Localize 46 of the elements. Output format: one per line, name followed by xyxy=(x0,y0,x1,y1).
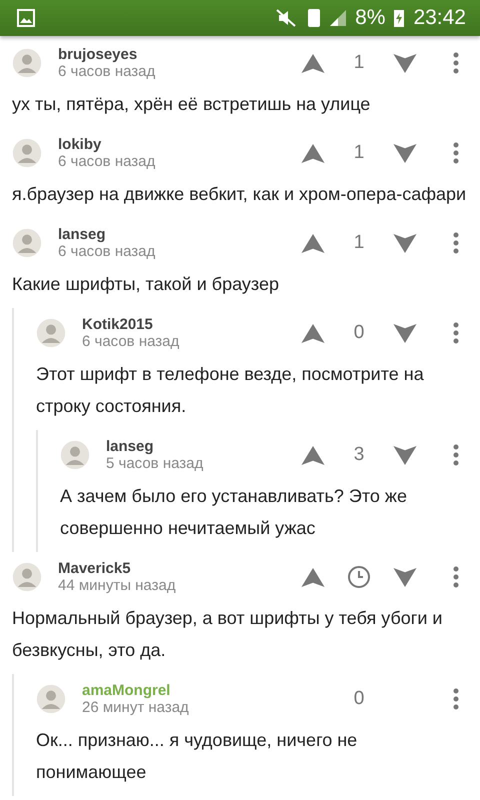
more-options-icon[interactable] xyxy=(453,232,459,254)
avatar[interactable] xyxy=(12,48,42,78)
comment-time: 5 часов назад xyxy=(106,455,204,472)
battery-charging-icon xyxy=(393,8,406,28)
avatar[interactable] xyxy=(60,440,90,470)
vote-score: 0 xyxy=(352,322,366,344)
author-name[interactable]: lanseg xyxy=(58,226,298,243)
clock-time: 23:42 xyxy=(413,6,466,30)
author-name[interactable]: lanseg xyxy=(106,438,298,455)
comment-text: ух ты, пятёра, хрён её встретишь на улице xyxy=(12,93,372,116)
avatar[interactable] xyxy=(36,318,66,348)
sim-icon xyxy=(307,8,322,28)
avatar[interactable] xyxy=(12,562,42,592)
more-options-icon[interactable] xyxy=(453,444,459,466)
vote-score: 0 xyxy=(352,688,366,710)
author-name[interactable]: Maverick5 xyxy=(58,560,298,577)
comment-text: Этот шрифт в телефоне везде, посмотрите на строку состояния. xyxy=(36,363,425,418)
author-name[interactable]: lokiby xyxy=(58,136,298,153)
comment-time: 6 часов назад xyxy=(82,333,180,350)
avatar[interactable] xyxy=(12,138,42,168)
vote-score: 1 xyxy=(352,142,366,164)
more-options-icon[interactable] xyxy=(453,52,459,74)
comment-text: А зачем было его устанавливать? Это же совершенно нечитаемый ужас xyxy=(60,485,408,540)
vote-score: 1 xyxy=(352,52,366,74)
more-options-icon[interactable] xyxy=(453,322,459,344)
signal-icon xyxy=(329,9,348,27)
comment-text: я.браузер на движке вебкит, как и хром-опера-сафари xyxy=(12,183,468,206)
battery-percentage: 8% xyxy=(355,6,386,30)
vote-score: 1 xyxy=(352,232,366,254)
comment-time: 26 минут назад xyxy=(82,699,190,716)
comment-time: 6 часов назад xyxy=(58,63,156,80)
comment-text: Нормальный браузер, а вот шрифты у тебя убоги и безвкусны, это да. xyxy=(12,607,444,662)
author-name[interactable]: brujoseyes xyxy=(58,46,298,63)
comment-time: 44 минуты назад xyxy=(58,577,177,594)
more-options-icon[interactable] xyxy=(453,566,459,588)
comment-time: 6 часов назад xyxy=(58,153,156,170)
avatar[interactable] xyxy=(12,228,42,258)
comment-text: Какие шрифты, такой и браузер xyxy=(12,273,280,296)
comment-text: Ок... признаю... я чудовище, ничего не понимающее xyxy=(36,729,358,784)
image-icon xyxy=(16,8,36,28)
avatar[interactable] xyxy=(36,684,66,714)
vote-score: 3 xyxy=(352,444,366,466)
author-name[interactable]: Kotik2015 xyxy=(82,316,298,333)
comment-time: 6 часов назад xyxy=(58,243,156,260)
more-options-icon[interactable] xyxy=(453,142,459,164)
more-options-icon[interactable] xyxy=(453,688,459,710)
